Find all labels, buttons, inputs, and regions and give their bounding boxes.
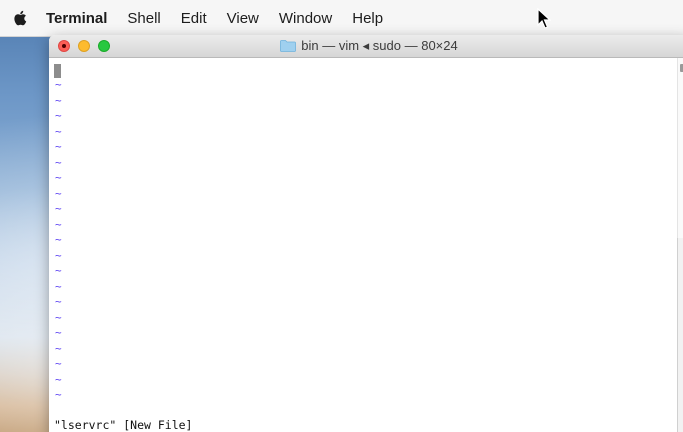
vim-tilde-line: ~ — [55, 186, 62, 200]
apple-icon[interactable] — [12, 10, 28, 26]
vim-tilde-line: ~ — [55, 357, 62, 370]
window-controls — [58, 40, 118, 52]
vim-tilde-line: ~ — [55, 217, 62, 231]
vim-tilde-line: ~ — [55, 388, 62, 401]
vim-tilde-line: ~ — [55, 295, 62, 308]
window-title-text: bin — vim ◂ sudo — 80×24 — [301, 38, 458, 53]
vim-tilde-line: ~ — [55, 233, 62, 246]
vim-tilde-line: ~ — [55, 264, 62, 277]
menu-shell[interactable]: Shell — [127, 10, 160, 27]
vim-tilde-line: ~ — [55, 202, 62, 215]
scrollbar-thumb[interactable] — [677, 238, 683, 432]
vim-tilde-line: ~ — [55, 310, 62, 324]
vim-tilde-line: ~ — [55, 372, 62, 386]
minimize-button[interactable] — [78, 40, 90, 52]
desktop: Terminal Shell Edit View Window Help bin… — [0, 0, 683, 432]
text-cursor — [54, 64, 61, 78]
menu-terminal[interactable]: Terminal — [46, 10, 107, 27]
menu-bar: Terminal Shell Edit View Window Help — [0, 0, 683, 37]
zoom-button[interactable] — [98, 40, 110, 52]
menu-edit[interactable]: Edit — [181, 10, 207, 27]
close-button[interactable] — [58, 40, 70, 52]
vim-empty-lines: ~ ~ ~ ~ ~ ~ ~ ~ ~ ~ ~ ~ ~ ~ ~ ~ ~ ~ ~ ~ ~ — [55, 77, 62, 403]
window-title: bin — vim ◂ sudo — 80×24 — [49, 35, 683, 57]
window-titlebar[interactable]: bin — vim ◂ sudo — 80×24 — [49, 35, 683, 58]
terminal-content[interactable]: ~ ~ ~ ~ ~ ~ ~ ~ ~ ~ ~ ~ ~ ~ ~ ~ ~ ~ ~ ~ ~ "lservrc" [New Fil… — [49, 58, 683, 432]
mouse-pointer-icon — [537, 8, 551, 29]
menu-window[interactable]: Window — [279, 10, 332, 27]
vim-tilde-line: ~ — [55, 109, 62, 122]
vim-tilde-line: ~ — [55, 248, 62, 262]
vim-status-line: "lservrc" [New File] — [54, 418, 193, 432]
vim-tilde-line: ~ — [55, 171, 62, 184]
terminal-window[interactable]: bin — vim ◂ sudo — 80×24 ~ ~ ~ ~ ~ ~ ~ ~ ~ ~ ~ ~ ~ ~ ~… — [49, 35, 683, 432]
vim-tilde-line: ~ — [55, 93, 62, 107]
vim-tilde-line: ~ — [55, 279, 62, 293]
vim-tilde-line: ~ — [55, 341, 62, 355]
vim-tilde-line: ~ — [55, 78, 62, 91]
vim-tilde-line: ~ — [55, 140, 62, 153]
menu-view[interactable]: View — [227, 10, 259, 27]
folder-icon — [280, 40, 297, 52]
vim-tilde-line: ~ — [55, 326, 62, 339]
scrollbar[interactable] — [677, 58, 683, 432]
menu-help[interactable]: Help — [352, 10, 383, 27]
vim-tilde-line: ~ — [55, 155, 62, 169]
vim-tilde-line: ~ — [55, 124, 62, 138]
